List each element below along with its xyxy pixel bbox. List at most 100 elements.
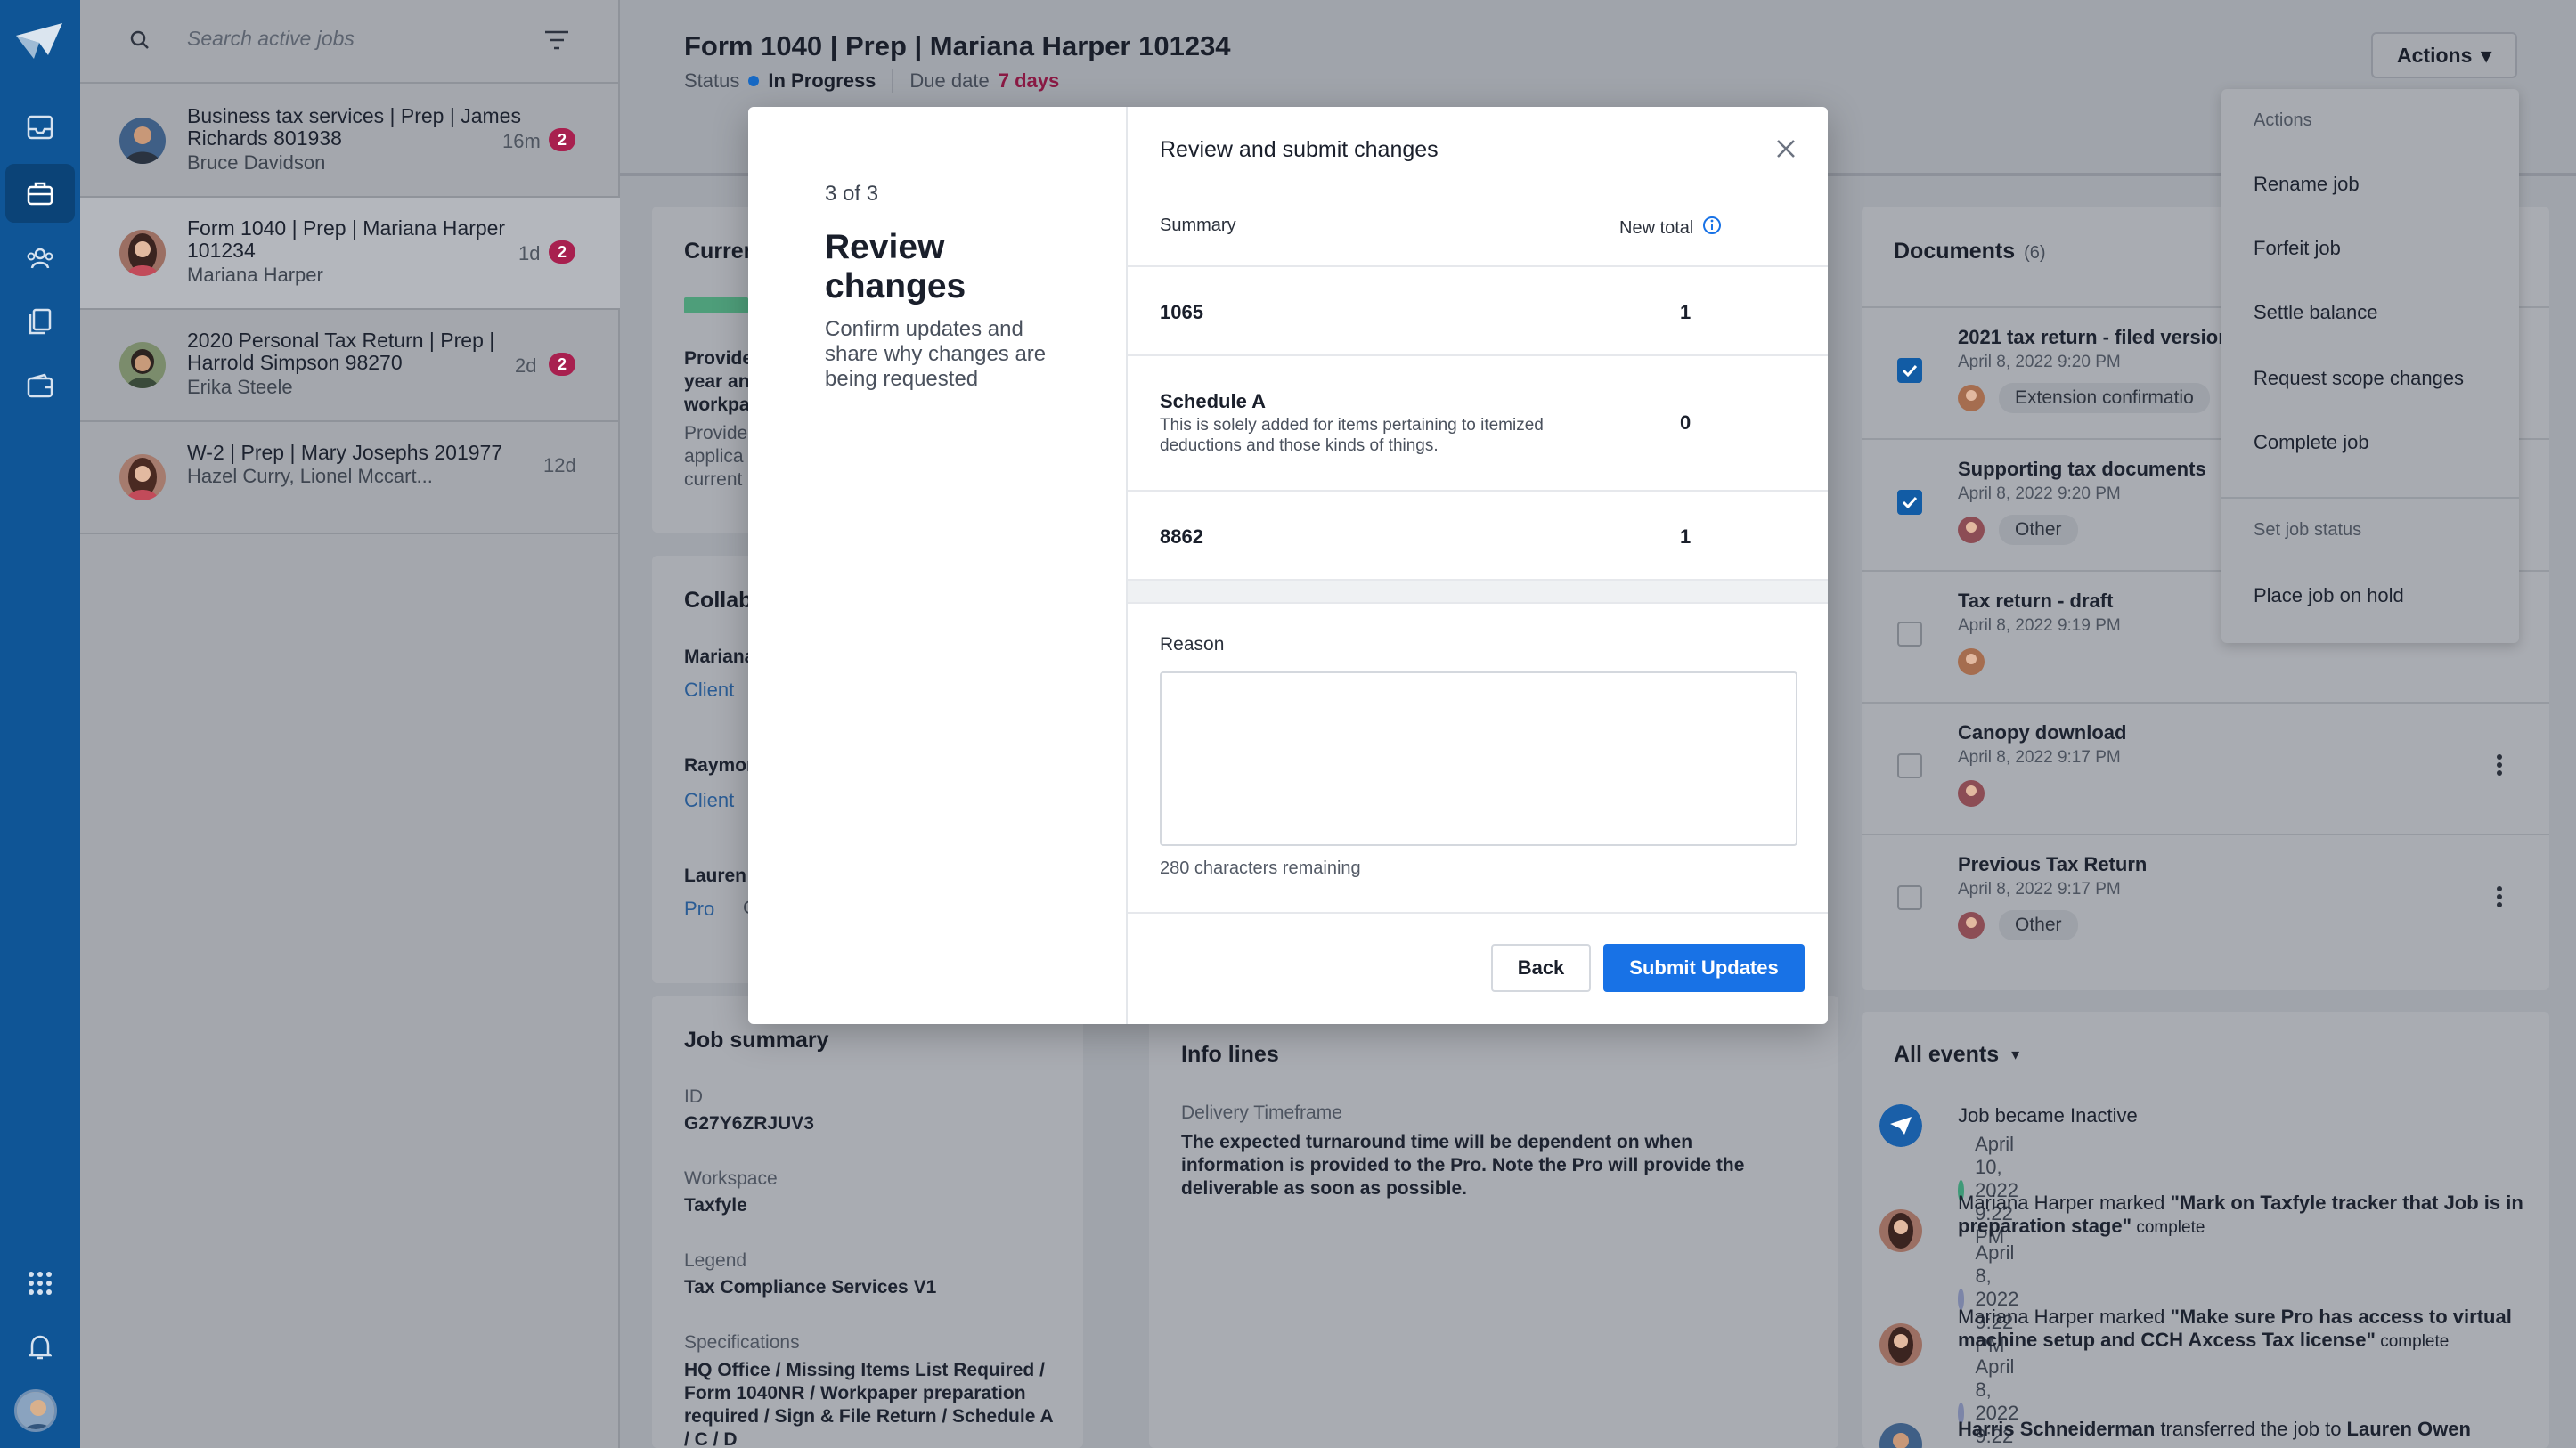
change-row: 1065 1 [1128, 265, 1828, 354]
document-name[interactable]: Tax return - draft [1958, 590, 2113, 613]
modal-content: Review and submit changes Summary New to… [1128, 107, 1828, 1024]
summary-field-value: Tax Compliance Services V1 [684, 1277, 937, 1298]
menu-item-rename-job[interactable]: Rename job [2254, 173, 2360, 196]
characters-remaining: 280 characters remaining [1160, 858, 1361, 878]
summary-field-label: Legend [684, 1250, 747, 1271]
due-date-value: 7 days [998, 69, 1060, 92]
document-row[interactable]: Previous Tax Return April 8, 2022 9:17 P… [1862, 834, 2549, 965]
collaborator-role[interactable]: Client [684, 679, 734, 702]
events-title: All events [1894, 1042, 2000, 1067]
summary-field-label: ID [684, 1086, 703, 1107]
actions-button[interactable]: Actions ▾ [2371, 32, 2517, 78]
documents-icon[interactable] [20, 301, 61, 342]
search-icon[interactable] [128, 28, 151, 56]
submit-updates-button[interactable]: Submit Updates [1603, 944, 1805, 992]
document-date: April 8, 2022 9:17 PM [1958, 880, 2121, 899]
menu-item-settle-balance[interactable]: Settle balance [2254, 301, 2377, 324]
documents-count: (6) [2024, 243, 2046, 263]
collaborator-name: Raymon [684, 755, 758, 776]
document-checkbox[interactable] [1897, 490, 1922, 515]
menu-item-place-on-hold[interactable]: Place job on hold [2254, 584, 2404, 607]
document-name[interactable]: Previous Tax Return [1958, 853, 2147, 876]
client-avatar [119, 342, 166, 388]
section-divider [1128, 579, 1828, 604]
collaborator-role[interactable]: Pro [684, 898, 714, 921]
job-title: Business tax services | Prep | James Ric… [187, 104, 521, 150]
uploader-avatar [1958, 912, 1985, 939]
document-checkbox[interactable] [1897, 885, 1922, 910]
form-total: 0 [1680, 411, 1692, 434]
search-input[interactable]: Search active jobs [187, 27, 355, 51]
job-age: 1d [518, 242, 541, 264]
event-verb: marked [2093, 1192, 2171, 1214]
form-total: 1 [1680, 301, 1692, 323]
menu-item-request-scope-changes[interactable]: Request scope changes [2254, 367, 2464, 390]
job-list-item[interactable]: W-2 | Prep | Mary Josephs 201977 Hazel C… [80, 422, 620, 534]
job-list-item[interactable]: Business tax services | Prep | James Ric… [80, 85, 620, 198]
inbox-icon[interactable] [20, 107, 61, 148]
menu-item-forfeit-job[interactable]: Forfeit job [2254, 237, 2341, 260]
event-target: Lauren Owen [2346, 1418, 2471, 1440]
uploader-avatar [1958, 780, 1985, 807]
current-line: applica [684, 446, 744, 467]
event-actor: Mariana Harper [1958, 1192, 2094, 1214]
current-card-title: Curren [684, 239, 757, 264]
notifications-bell-icon[interactable] [20, 1327, 61, 1368]
filter-icon[interactable] [543, 28, 570, 56]
summary-column-header: Summary [1160, 216, 1236, 235]
events-header[interactable]: All events ▾ [1894, 1042, 2019, 1068]
more-options-icon[interactable] [2496, 885, 2503, 913]
status-label: Status [684, 69, 740, 92]
job-title: Form 1040 | Prep | Mariana Harper 101234 [187, 216, 506, 262]
close-icon[interactable] [1774, 137, 1797, 160]
footer-divider [1128, 912, 1828, 914]
form-name: 8862 [1160, 525, 1203, 548]
info-icon[interactable] [1702, 216, 1722, 240]
current-subtext: Provide applica current [684, 422, 747, 492]
reason-textarea[interactable] [1160, 671, 1797, 846]
new-total-column-header: New total [1619, 216, 1722, 240]
document-name[interactable]: 2021 tax return - filed version [1958, 326, 2230, 349]
user-avatar[interactable] [14, 1389, 57, 1432]
document-checkbox[interactable] [1897, 622, 1922, 647]
more-options-icon[interactable] [2496, 753, 2503, 781]
document-date: April 8, 2022 9:19 PM [1958, 616, 2121, 635]
current-line: Provide [684, 423, 748, 443]
back-button[interactable]: Back [1491, 944, 1591, 992]
document-checkbox[interactable] [1897, 753, 1922, 778]
due-date-label: Due date [909, 69, 990, 92]
menu-section-header: Actions [2254, 110, 2312, 130]
event-text: Mariana Harper marked "Mark on Taxfyle t… [1958, 1192, 2528, 1240]
taxfyle-event-icon [1879, 1104, 1922, 1147]
team-icon[interactable] [20, 237, 61, 278]
menu-item-complete-job[interactable]: Complete job [2254, 431, 2369, 454]
form-total: 1 [1680, 525, 1692, 548]
document-row[interactable]: Canopy download April 8, 2022 9:17 PM [1862, 702, 2549, 834]
collaborator-role[interactable]: Client [684, 789, 734, 812]
document-date: April 8, 2022 9:20 PM [1958, 484, 2121, 503]
document-name[interactable]: Canopy download [1958, 721, 2126, 744]
progress-bar [684, 297, 748, 313]
job-age: 2d [515, 354, 537, 377]
divider [892, 69, 894, 93]
jobs-icon[interactable] [5, 164, 75, 223]
taxfyle-logo[interactable] [12, 20, 66, 61]
caret-down-icon: ▾ [2011, 1045, 2020, 1063]
status-row: Status In Progress Due date 7 days [684, 69, 1059, 93]
current-line: current [684, 469, 743, 490]
event-actor: Harris Schneiderman [1958, 1418, 2156, 1440]
current-line: year an [684, 371, 750, 392]
event-verb: marked [2093, 1306, 2171, 1328]
app-rail [0, 0, 80, 1448]
document-tag: Extension confirmatio [1999, 383, 2210, 413]
job-list-item-selected[interactable]: Form 1040 | Prep | Mariana Harper 101234… [80, 198, 620, 310]
collaborator-name: Mariana [684, 647, 755, 667]
change-row: Schedule A This is solely added for item… [1128, 354, 1828, 490]
job-age: 12d [543, 454, 576, 476]
job-list-panel: Search active jobs Business tax services… [80, 0, 620, 1448]
job-list-item[interactable]: 2020 Personal Tax Return | Prep | Harrol… [80, 310, 620, 422]
document-name[interactable]: Supporting tax documents [1958, 458, 2206, 481]
apps-grid-icon[interactable] [20, 1263, 61, 1304]
document-checkbox[interactable] [1897, 358, 1922, 383]
wallet-icon[interactable] [20, 365, 61, 406]
